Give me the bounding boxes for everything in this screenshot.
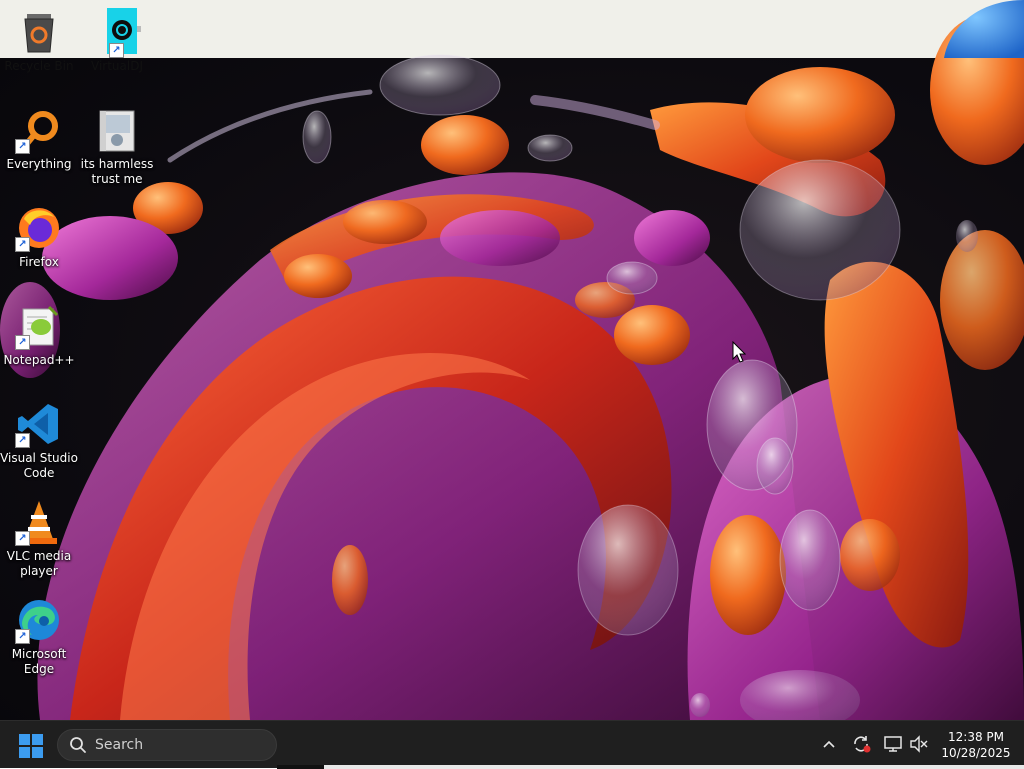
desktop-icon-virtualdj[interactable]: ↗ VirtualDJ [78,8,156,74]
installer-icon [93,106,141,154]
vscode-icon: ↗ [15,400,63,448]
sync-icon [854,736,871,753]
taskbar-progress-strip-dark [277,765,324,769]
network-icon [884,736,902,752]
mouse-cursor-icon [732,341,746,363]
desktop-icon-vscode[interactable]: ↗ Visual Studio Code [0,400,78,481]
shortcut-arrow-icon: ↗ [15,433,30,448]
desktop[interactable]: Recycle Bin ↗ VirtualDJ ↗ Everything its… [0,0,1024,720]
shortcut-arrow-icon: ↗ [15,237,30,252]
recycle-bin-icon [15,8,63,56]
desktop-icon-everything[interactable]: ↗ Everything [0,106,78,172]
virtualdj-icon: ↗ [93,8,141,58]
notepad-plus-plus-icon: ↗ [15,302,63,350]
shortcut-arrow-icon: ↗ [15,531,30,546]
desktop-icon-recycle-bin[interactable]: Recycle Bin [0,8,78,74]
taskbar-progress-strip [277,765,1024,769]
network-tray-button[interactable] [882,733,904,755]
desktop-icon-notepad-plus-plus[interactable]: ↗ Notepad++ [0,302,78,368]
desktop-icon-label: VLC media player [6,549,72,578]
desktop-icon-label: Everything [6,157,72,171]
taskbar-clock[interactable]: 12:38 PM 10/28/2025 [936,729,1016,761]
desktop-icon-label: Notepad++ [3,353,75,367]
shortcut-arrow-icon: ↗ [15,335,30,350]
desktop-icon-vlc[interactable]: ↗ VLC media player [0,498,78,579]
taskbar-search-box[interactable]: Search [57,729,277,761]
desktop-icon-firefox[interactable]: ↗ Firefox [0,204,78,270]
shortcut-arrow-icon: ↗ [109,43,124,58]
desktop-icon-label: VirtualDJ [91,59,143,73]
desktop-icon-label: Firefox [19,255,59,269]
volume-tray-button[interactable] [908,733,930,755]
desktop-icon-label: Visual Studio Code [0,451,78,480]
desktop-icon-its-harmless[interactable]: its harmless trust me [78,106,156,187]
chevron-up-icon [823,740,835,748]
volume-muted-icon [910,735,928,753]
sync-tray-button[interactable] [850,733,872,755]
everything-search-icon: ↗ [15,106,63,154]
desktop-icon-label: Microsoft Edge [11,647,67,676]
firefox-icon: ↗ [15,204,63,252]
edge-icon: ↗ [15,596,63,644]
clock-time: 12:38 PM [948,730,1004,744]
vlc-icon: ↗ [15,498,63,546]
shortcut-arrow-icon: ↗ [15,629,30,644]
desktop-icon-edge[interactable]: ↗ Microsoft Edge [0,596,78,677]
search-icon [70,737,86,753]
clock-date: 10/28/2025 [941,746,1011,760]
taskbar: Search 12:38 PM 10/28/2025 [0,720,1024,769]
shortcut-arrow-icon: ↗ [15,139,30,154]
desktop-icon-label: Recycle Bin [4,59,74,73]
show-hidden-icons-button[interactable] [818,733,840,755]
start-button[interactable] [18,733,44,759]
search-placeholder: Search [95,737,144,753]
desktop-icon-label: its harmless trust me [80,157,154,186]
